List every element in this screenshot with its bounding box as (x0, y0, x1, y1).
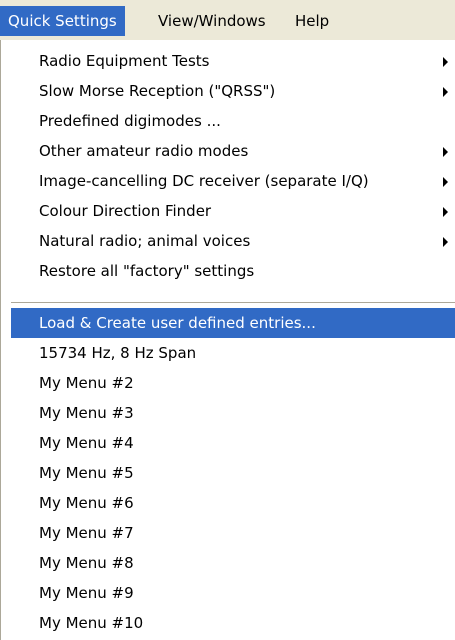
menu-item-label: Other amateur radio modes (39, 142, 249, 160)
menu-item-label: My Menu #5 (39, 464, 134, 482)
menu-item-image-cancelling-dc-receiver[interactable]: Image-cancelling DC receiver (separate I… (1, 166, 455, 196)
menu-item-user-2[interactable]: My Menu #2 (1, 368, 455, 398)
menu-item-label: My Menu #6 (39, 494, 134, 512)
menu-separator (11, 302, 455, 304)
menu-item-predefined-digimodes[interactable]: Predefined digimodes ... (1, 106, 455, 136)
menu-item-label: My Menu #10 (39, 614, 144, 632)
menu-item-user-4[interactable]: My Menu #4 (1, 428, 455, 458)
menu-help[interactable]: Help (287, 6, 337, 36)
menu-item-restore-factory-settings[interactable]: Restore all "factory" settings (1, 256, 455, 286)
menu-quick-settings[interactable]: Quick Settings (0, 6, 125, 36)
menu-item-user-5[interactable]: My Menu #5 (1, 458, 455, 488)
menu-item-radio-equipment-tests[interactable]: Radio Equipment Tests (1, 46, 455, 76)
menu-item-label: My Menu #9 (39, 584, 134, 602)
menu-item-label: Natural radio; animal voices (39, 232, 251, 250)
submenu-arrow-icon (443, 57, 448, 67)
menu-item-natural-radio[interactable]: Natural radio; animal voices (1, 226, 455, 256)
menu-item-label: My Menu #2 (39, 374, 134, 392)
submenu-arrow-icon (443, 237, 448, 247)
menu-item-label: Predefined digimodes ... (39, 112, 221, 130)
submenu-arrow-icon (443, 177, 448, 187)
menu-item-label: Restore all "factory" settings (39, 262, 255, 280)
menu-item-label: My Menu #7 (39, 524, 134, 542)
menu-item-user-7[interactable]: My Menu #7 (1, 518, 455, 548)
quick-settings-dropdown: Radio Equipment Tests Slow Morse Recepti… (0, 40, 455, 640)
menu-item-slow-morse-reception[interactable]: Slow Morse Reception ("QRSS") (1, 76, 455, 106)
submenu-arrow-icon (443, 147, 448, 157)
menu-item-label: Image-cancelling DC receiver (separate I… (39, 172, 369, 190)
menu-item-label: Load & Create user defined entries... (39, 314, 316, 332)
submenu-arrow-icon (443, 207, 448, 217)
menu-item-label: Slow Morse Reception ("QRSS") (39, 82, 276, 100)
submenu-arrow-icon (443, 87, 448, 97)
menu-view-windows[interactable]: View/Windows (150, 6, 274, 36)
menu-item-label: Colour Direction Finder (39, 202, 212, 220)
menu-item-label: My Menu #3 (39, 404, 134, 422)
menu-item-label: My Menu #4 (39, 434, 134, 452)
menu-item-user-8[interactable]: My Menu #8 (1, 548, 455, 578)
menu-item-user-6[interactable]: My Menu #6 (1, 488, 455, 518)
menu-item-user-10[interactable]: My Menu #10 (1, 608, 455, 638)
menu-item-colour-direction-finder[interactable]: Colour Direction Finder (1, 196, 455, 226)
menu-item-load-create-user-entries[interactable]: Load & Create user defined entries... (11, 308, 455, 338)
menu-item-user-3[interactable]: My Menu #3 (1, 398, 455, 428)
menu-item-user-9[interactable]: My Menu #9 (1, 578, 455, 608)
menu-item-user-1[interactable]: 15734 Hz, 8 Hz Span (1, 338, 455, 368)
menu-item-other-amateur-radio-modes[interactable]: Other amateur radio modes (1, 136, 455, 166)
menu-item-label: My Menu #8 (39, 554, 134, 572)
menu-item-label: Radio Equipment Tests (39, 52, 210, 70)
menu-bar: Quick Settings View/Windows Help (0, 0, 455, 40)
menu-item-label: 15734 Hz, 8 Hz Span (39, 344, 197, 362)
